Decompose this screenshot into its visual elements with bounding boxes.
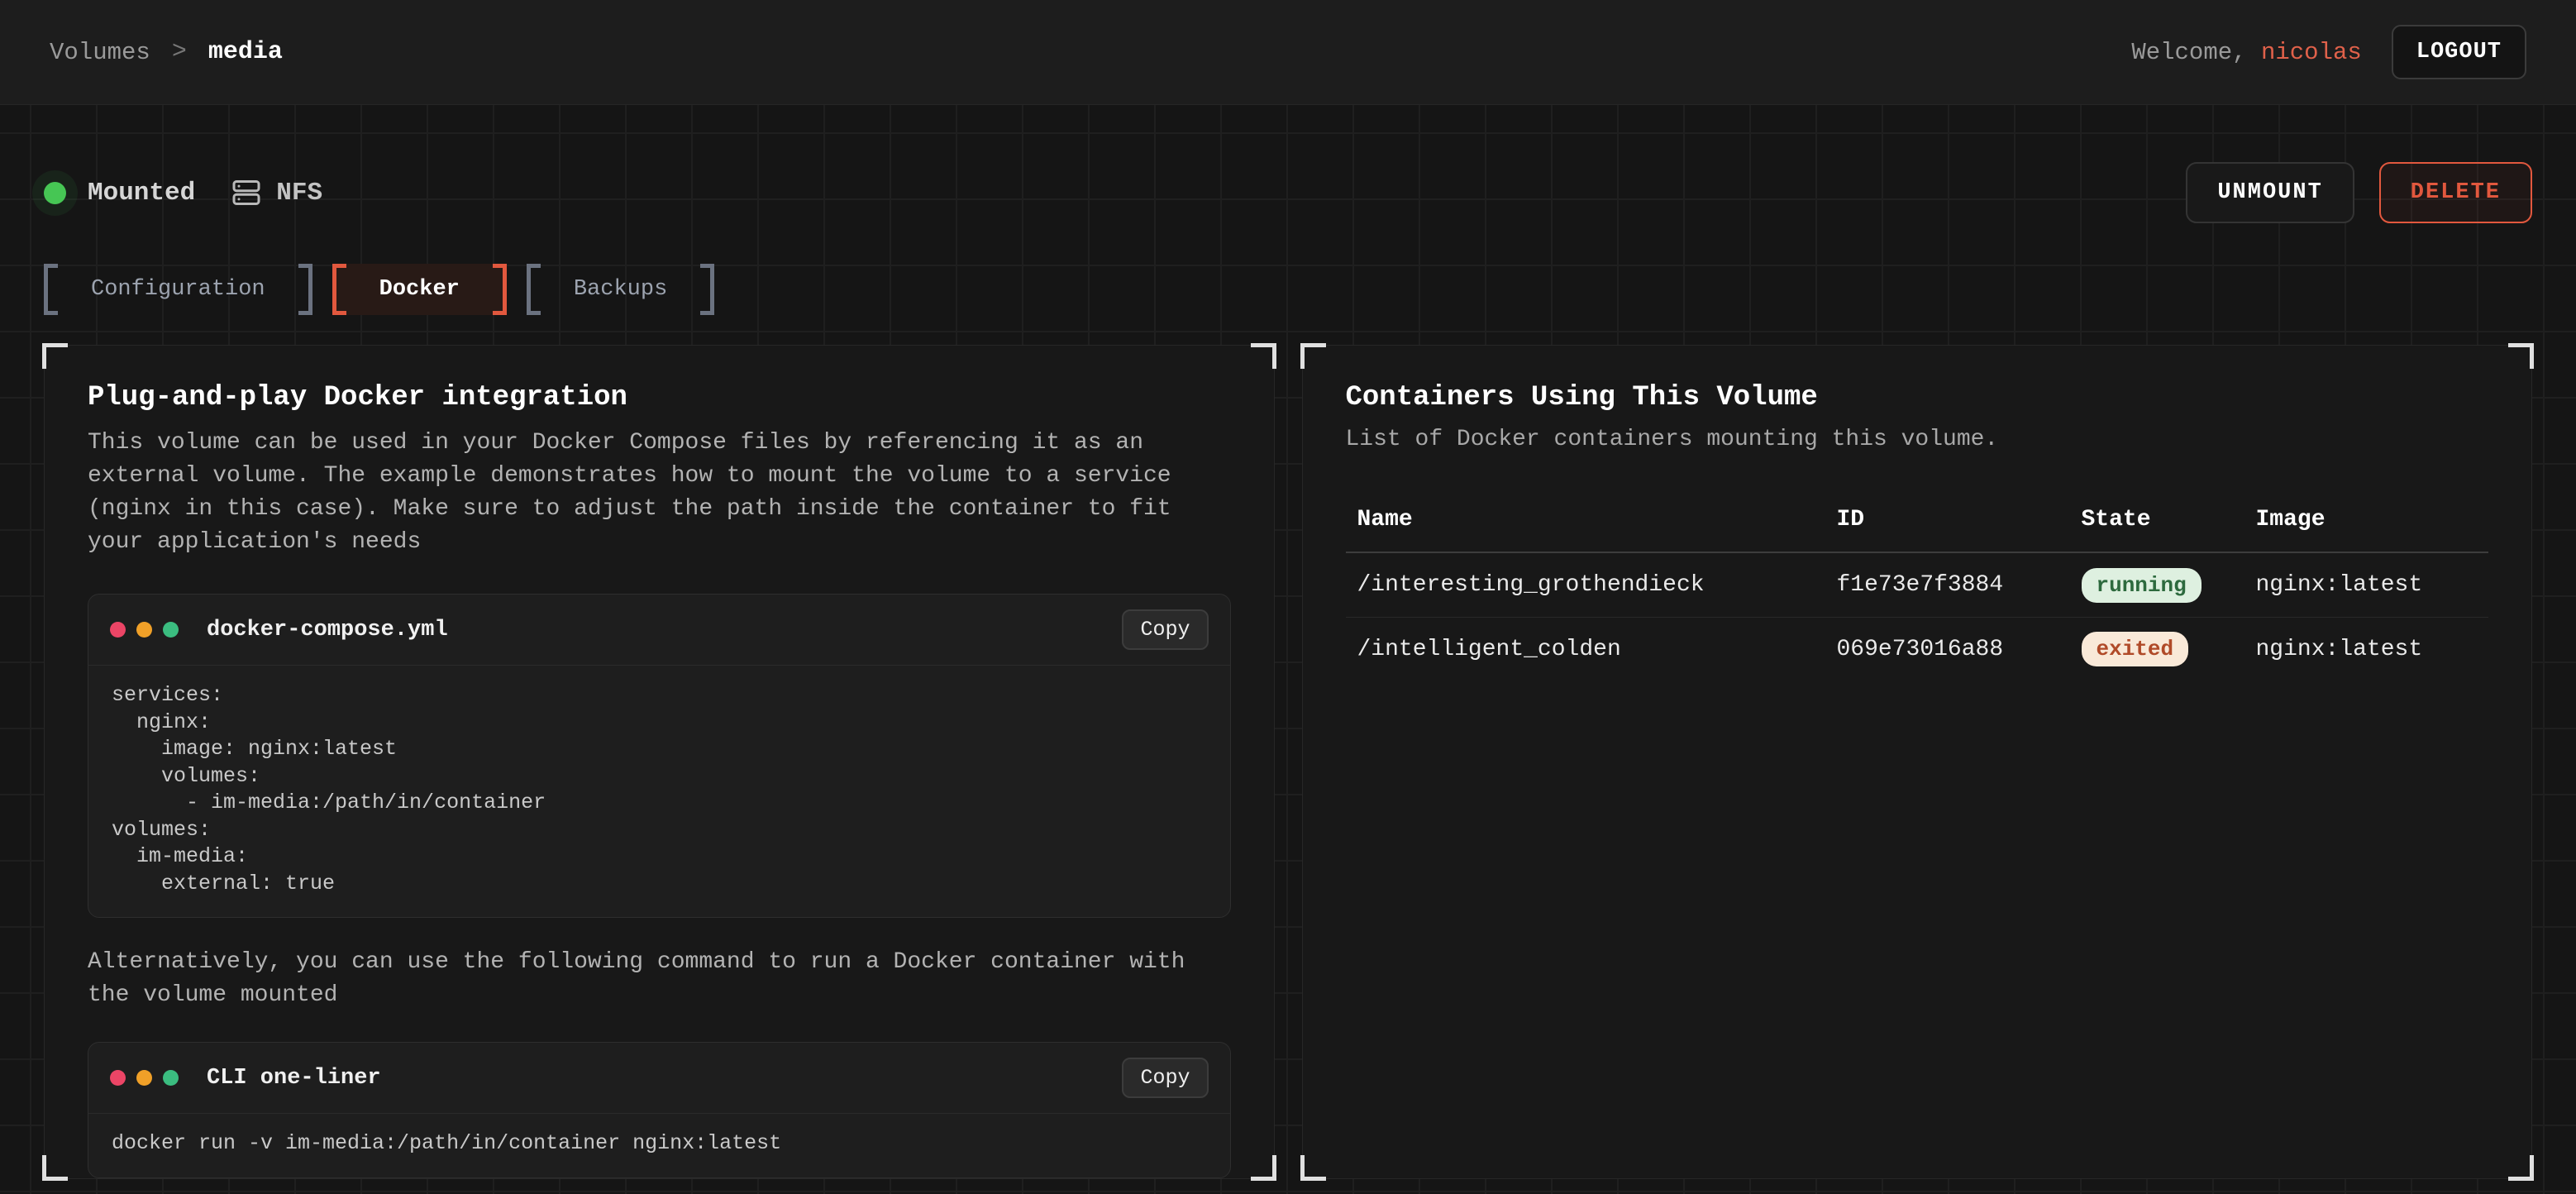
red-dot-icon [110, 622, 126, 638]
table-row: /interesting_grothendieck f1e73e7f3884 r… [1346, 553, 2489, 617]
status-badge: exited [2082, 632, 2189, 666]
topbar-right: Welcome, nicolas LOGOUT [2131, 25, 2526, 79]
tab-configuration[interactable]: Configuration [44, 264, 312, 315]
container-id: f1e73e7f3884 [1825, 572, 2070, 598]
panel-corner-icon [2508, 1155, 2534, 1181]
containers-panel-title: Containers Using This Volume [1346, 382, 2489, 413]
panel-corner-icon [42, 343, 68, 369]
bracket-right-icon [700, 264, 714, 315]
cli-intro-text: Alternatively, you can use the following… [88, 946, 1231, 1012]
cli-code-header: CLI one-liner Copy [88, 1043, 1230, 1114]
volume-actions: UNMOUNT DELETE [2186, 162, 2532, 223]
compose-code-header: docker-compose.yml Copy [88, 595, 1230, 666]
containers-table-header: Name ID State Image [1346, 487, 2489, 553]
window-dots-icon [110, 1070, 179, 1086]
panel-corner-icon [1251, 343, 1276, 369]
panel-corner-icon [1251, 1155, 1276, 1181]
breadcrumb-current-volume: media [208, 38, 283, 66]
header-image: Image [2244, 507, 2489, 533]
volume-status-row: Mounted NFS UNMOUNT DELETE [44, 163, 2532, 222]
unmount-button[interactable]: UNMOUNT [2186, 162, 2354, 223]
panel-corner-icon [2508, 343, 2534, 369]
header-state: State [2070, 507, 2244, 533]
delete-button[interactable]: DELETE [2379, 162, 2532, 223]
panel-corner-icon [42, 1155, 68, 1181]
mounted-status-dot [44, 182, 66, 204]
status-badge: running [2082, 568, 2202, 603]
containers-panel-subtitle: List of Docker containers mounting this … [1346, 427, 2489, 452]
top-bar: Volumes > media Welcome, nicolas LOGOUT [0, 0, 2576, 105]
containers-table: Name ID State Image /interesting_grothen… [1346, 487, 2489, 681]
window-dots-icon [110, 622, 179, 638]
bracket-left-icon [44, 264, 58, 315]
tab-bar: Configuration Docker Backups [44, 264, 2532, 315]
compose-copy-button[interactable]: Copy [1122, 609, 1208, 650]
container-name: /interesting_grothendieck [1346, 572, 1825, 598]
compose-code-block: docker-compose.yml Copy services: nginx:… [88, 594, 1231, 918]
breadcrumb: Volumes > media [50, 38, 283, 66]
main-content: Mounted NFS UNMOUNT DELETE Configuration [0, 163, 2576, 1179]
tab-backups-label: Backups [541, 264, 700, 315]
breadcrumb-volumes-link[interactable]: Volumes [50, 39, 150, 66]
container-id: 069e73016a88 [1825, 637, 2070, 662]
volume-status: Mounted NFS [44, 178, 322, 208]
tab-configuration-label: Configuration [58, 264, 298, 315]
green-dot-icon [163, 622, 179, 638]
containers-panel: Containers Using This Volume List of Doc… [1302, 345, 2533, 1179]
server-icon [231, 178, 261, 208]
compose-code-body: services: nginx: image: nginx:latest vol… [88, 666, 1230, 917]
username: nicolas [2261, 39, 2362, 66]
panel-corner-icon [1300, 1155, 1326, 1181]
cli-copy-button[interactable]: Copy [1122, 1058, 1208, 1098]
tab-docker[interactable]: Docker [332, 264, 507, 315]
bracket-left-icon [332, 264, 346, 315]
panels-row: Plug-and-play Docker integration This vo… [44, 345, 2532, 1179]
amber-dot-icon [136, 622, 152, 638]
docker-integration-panel: Plug-and-play Docker integration This vo… [44, 345, 1275, 1179]
compose-filename: docker-compose.yml [207, 618, 1122, 642]
tab-backups[interactable]: Backups [527, 264, 714, 315]
bracket-right-icon [493, 264, 507, 315]
header-id: ID [1825, 507, 2070, 533]
header-name: Name [1346, 507, 1825, 533]
cli-title: CLI one-liner [207, 1066, 1122, 1091]
green-dot-icon [163, 1070, 179, 1086]
amber-dot-icon [136, 1070, 152, 1086]
tab-docker-label: Docker [346, 264, 493, 315]
bracket-right-icon [298, 264, 312, 315]
cli-code-block: CLI one-liner Copy docker run -v im-medi… [88, 1042, 1231, 1178]
red-dot-icon [110, 1070, 126, 1086]
panel-corner-icon [1300, 343, 1326, 369]
driver-type-label: NFS [276, 179, 322, 208]
docker-panel-title: Plug-and-play Docker integration [88, 382, 1231, 413]
mounted-status-label: Mounted [88, 179, 195, 208]
chevron-right-icon: > [172, 38, 187, 66]
bracket-left-icon [527, 264, 541, 315]
compose-code-text: services: nginx: image: nginx:latest vol… [112, 682, 1207, 897]
welcome-text: Welcome, nicolas [2131, 39, 2361, 66]
container-image: nginx:latest [2244, 572, 2489, 598]
container-image: nginx:latest [2244, 637, 2489, 662]
logout-button[interactable]: LOGOUT [2392, 25, 2526, 79]
table-row: /intelligent_colden 069e73016a88 exited … [1346, 617, 2489, 681]
container-name: /intelligent_colden [1346, 637, 1825, 662]
cli-code-text: docker run -v im-media:/path/in/containe… [112, 1130, 1207, 1158]
welcome-prefix: Welcome, [2131, 39, 2261, 66]
docker-panel-description: This volume can be used in your Docker C… [88, 427, 1231, 559]
cli-code-body: docker run -v im-media:/path/in/containe… [88, 1114, 1230, 1177]
